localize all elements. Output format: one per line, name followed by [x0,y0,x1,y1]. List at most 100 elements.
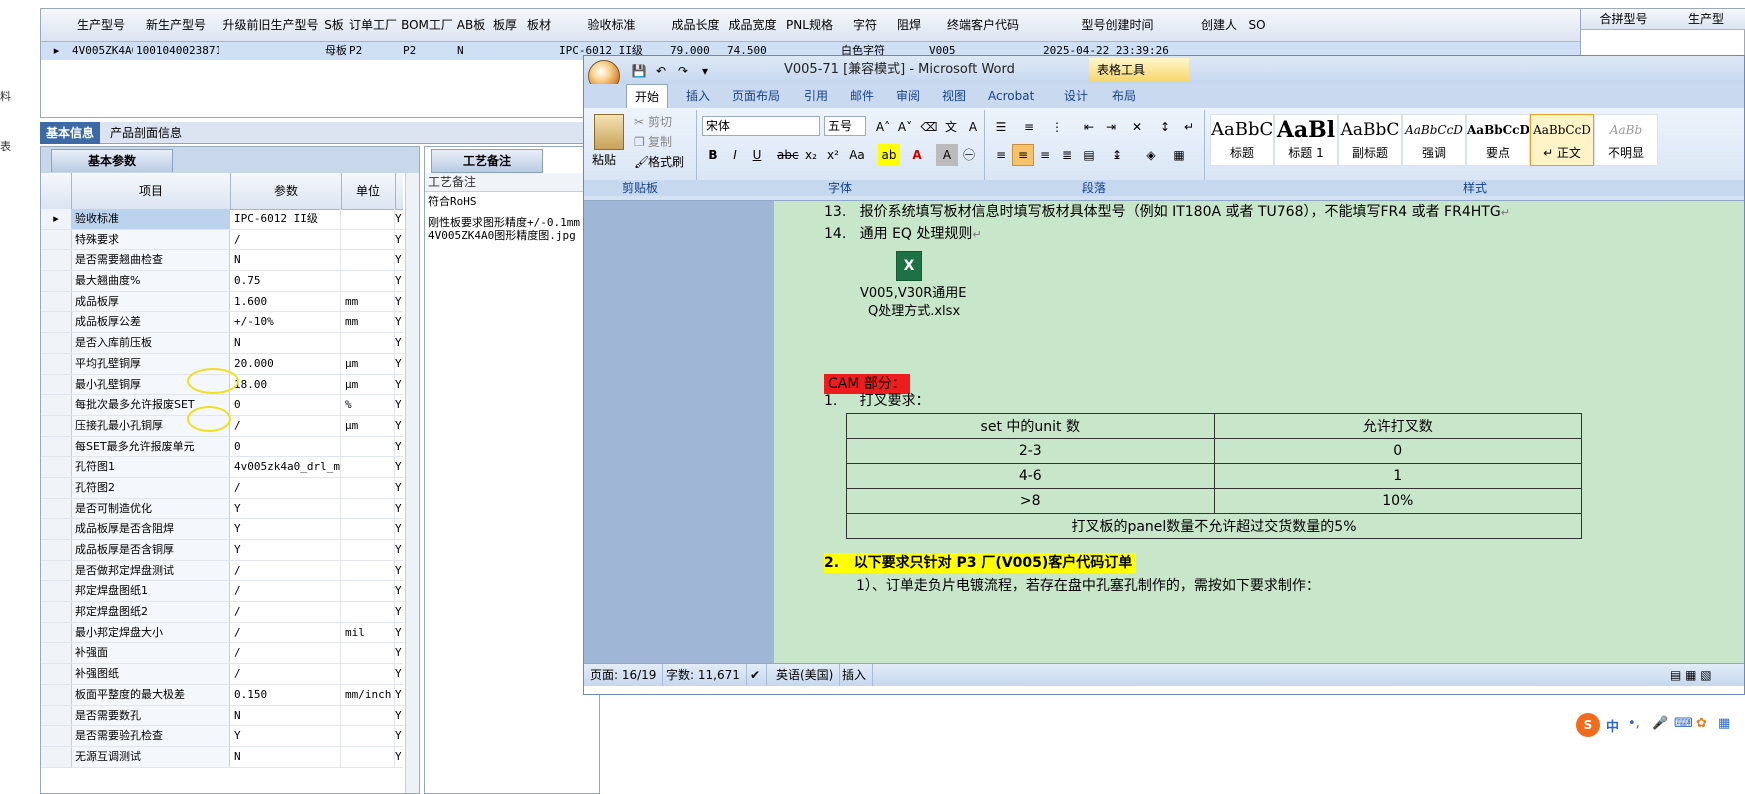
format-painter-icon[interactable]: 🖌 [634,152,649,172]
table-cell[interactable]: 4-6 [846,463,1215,489]
increase-indent-icon[interactable]: ⇥ [1100,116,1122,138]
col-header[interactable]: 板材 [522,9,557,42]
tab-layout[interactable]: 布局 [1104,84,1144,108]
table-header[interactable]: set 中的unit 数 [846,413,1215,439]
cell[interactable]: P2 [400,42,454,60]
prop-value[interactable]: / [231,415,341,436]
char-border-icon[interactable]: A [962,116,984,138]
prop-row[interactable]: 最大翘曲度% 0.75 Y [41,271,403,292]
clear-format-icon[interactable]: ⌫ [918,116,940,138]
tab-review[interactable]: 审阅 [888,84,928,108]
ime-mode[interactable]: 中 [1606,716,1619,735]
prop-row[interactable]: 孔符图2/ Y [41,477,403,499]
prop-value[interactable]: 0 [231,436,341,457]
grow-font-icon[interactable]: A˄ [872,116,894,138]
col-header[interactable]: BOM工厂 [400,9,455,42]
copy-icon[interactable]: ❐ [634,132,645,152]
prop-value[interactable]: +/-10% [231,312,341,333]
tab-basic-params[interactable]: 基本参数 [51,149,173,172]
word-count[interactable]: 字数: 11,671 [660,664,747,686]
table-cell[interactable]: 2-3 [846,438,1215,464]
tab-home[interactable]: 开始 [626,84,669,109]
prop-row[interactable]: 是否需要数孔 N Y [41,705,403,727]
col-header[interactable]: 验收标准 [556,9,668,42]
excel-attachment-icon[interactable]: X [896,251,922,281]
borders-icon[interactable]: ▦ [1168,144,1190,166]
col-header-param[interactable]: 参数 [231,173,342,209]
align-center-icon[interactable]: ≡ [1012,144,1034,166]
col-header[interactable]: 升级前旧生产型号 [219,9,323,42]
prop-value[interactable]: / [231,643,341,664]
align-left-icon[interactable]: ≡ [990,144,1012,166]
cell[interactable]: 10010400238716 [133,42,219,60]
justify-icon[interactable]: ≣ [1056,144,1078,166]
cell[interactable]: N [454,42,488,60]
bullets-icon[interactable]: ☰ [990,116,1012,138]
col-header[interactable]: 型号创建时间 [1040,9,1196,42]
col-header[interactable]: 生产型号 [69,9,134,42]
prop-row[interactable]: 是否入库前压板 N Y [41,333,403,354]
prop-value[interactable]: N [231,250,341,271]
cell[interactable] [219,42,322,60]
subscript-icon[interactable]: x₂ [800,144,822,166]
font-name-combo[interactable]: 宋体 [702,116,820,136]
redo-icon[interactable]: ↷ [672,60,694,82]
remark-text[interactable]: 符合RoHS 刚性板要求图形精度+/-0.1mm 4V005ZK4A0图形精度图… [428,195,598,242]
prop-value[interactable]: / [231,229,341,250]
asian-layout-icon[interactable]: ✕ [1126,116,1148,138]
shrink-font-icon[interactable]: A˅ [894,116,916,138]
undo-icon[interactable]: ↶ [650,60,672,82]
enclose-char-icon[interactable]: ㊀ [958,144,980,166]
prop-row[interactable]: 是否需要翘曲检查 N Y [41,250,403,272]
style-heading-1[interactable]: AaBl 标题 1 [1274,114,1338,166]
tab-process-remark[interactable]: 工艺备注 [431,149,543,173]
col-header[interactable]: 成品宽度 [724,9,782,42]
prop-row[interactable]: ▸ 验收标准 IPC-6012 II级 Y [41,209,403,230]
customize-qat-icon[interactable]: ▾ [694,60,716,82]
prop-row[interactable]: 最小邦定焊盘大小 / mil Y [41,622,403,644]
tab-page-layout[interactable]: 页面布局 [724,84,788,108]
language-indicator[interactable]: 英语(美国) [770,664,841,686]
prop-row[interactable]: 板面平整度的最大极差 0.150 mm/inch Y [41,684,403,706]
col-header-unit[interactable]: 单位 [341,173,396,209]
prop-value[interactable]: Y [231,726,341,746]
prop-row[interactable]: 成品板厚公差 +/-10% mm Y [41,312,403,334]
tab-mailings[interactable]: 邮件 [842,84,882,108]
col-header[interactable]: PNL规格 [781,9,839,42]
prop-value[interactable]: / [231,664,341,684]
style-strong[interactable]: AaBbCcD 要点 [1466,114,1530,166]
table-cell[interactable]: 10% [1213,488,1582,514]
prop-row[interactable]: 成品板厚是否含铜厚 Y Y [41,540,403,561]
paste-icon[interactable] [594,114,624,150]
distributed-icon[interactable]: ▤ [1078,144,1100,166]
prop-value[interactable]: / [231,477,341,498]
decrease-indent-icon[interactable]: ⇤ [1078,116,1100,138]
style-emphasis[interactable]: AaBbCcD 强调 [1402,114,1466,166]
style-title[interactable]: AaBbC 标题 [1210,114,1274,166]
sogou-logo-icon[interactable]: S [1576,713,1600,737]
prop-value[interactable]: / [231,560,341,581]
prop-value[interactable]: 20.000 [231,353,341,374]
show-marks-icon[interactable]: ↵ [1178,116,1200,138]
insert-mode[interactable]: 插入 [836,664,874,686]
col-header[interactable]: 终端客户代码 [926,9,1041,42]
col-header[interactable]: 成品长度 [667,9,725,42]
prop-value[interactable]: N [231,333,341,353]
prop-value[interactable]: / [231,622,341,643]
prop-row[interactable]: 孔符图14v005zk4a0_drl_m... Y [41,457,403,478]
spell-check-icon[interactable]: ✔ [744,664,768,686]
prop-row[interactable]: 邦定焊盘图纸2/ Y [41,602,403,623]
view-mode-icons[interactable]: ▤ ▦ ▧ [1664,664,1718,686]
tab-insert[interactable]: 插入 [678,84,718,108]
superscript-icon[interactable]: x² [822,144,844,166]
char-shading-icon[interactable]: A [936,144,958,166]
shading-icon[interactable]: ◈ [1140,144,1162,166]
skin-icon[interactable]: ✿ [1696,716,1707,731]
bold-icon[interactable]: B [702,144,724,166]
prop-value[interactable]: 18.00 [231,374,341,395]
paste-button[interactable]: 粘贴 [592,150,616,170]
prop-row[interactable]: 特殊要求 / Y [41,229,403,251]
cut-icon[interactable]: ✂ [634,112,644,132]
prop-value[interactable]: 0 [231,395,341,415]
table-footer[interactable]: 打叉板的panel数量不允许超过交货数量的5% [846,513,1582,539]
